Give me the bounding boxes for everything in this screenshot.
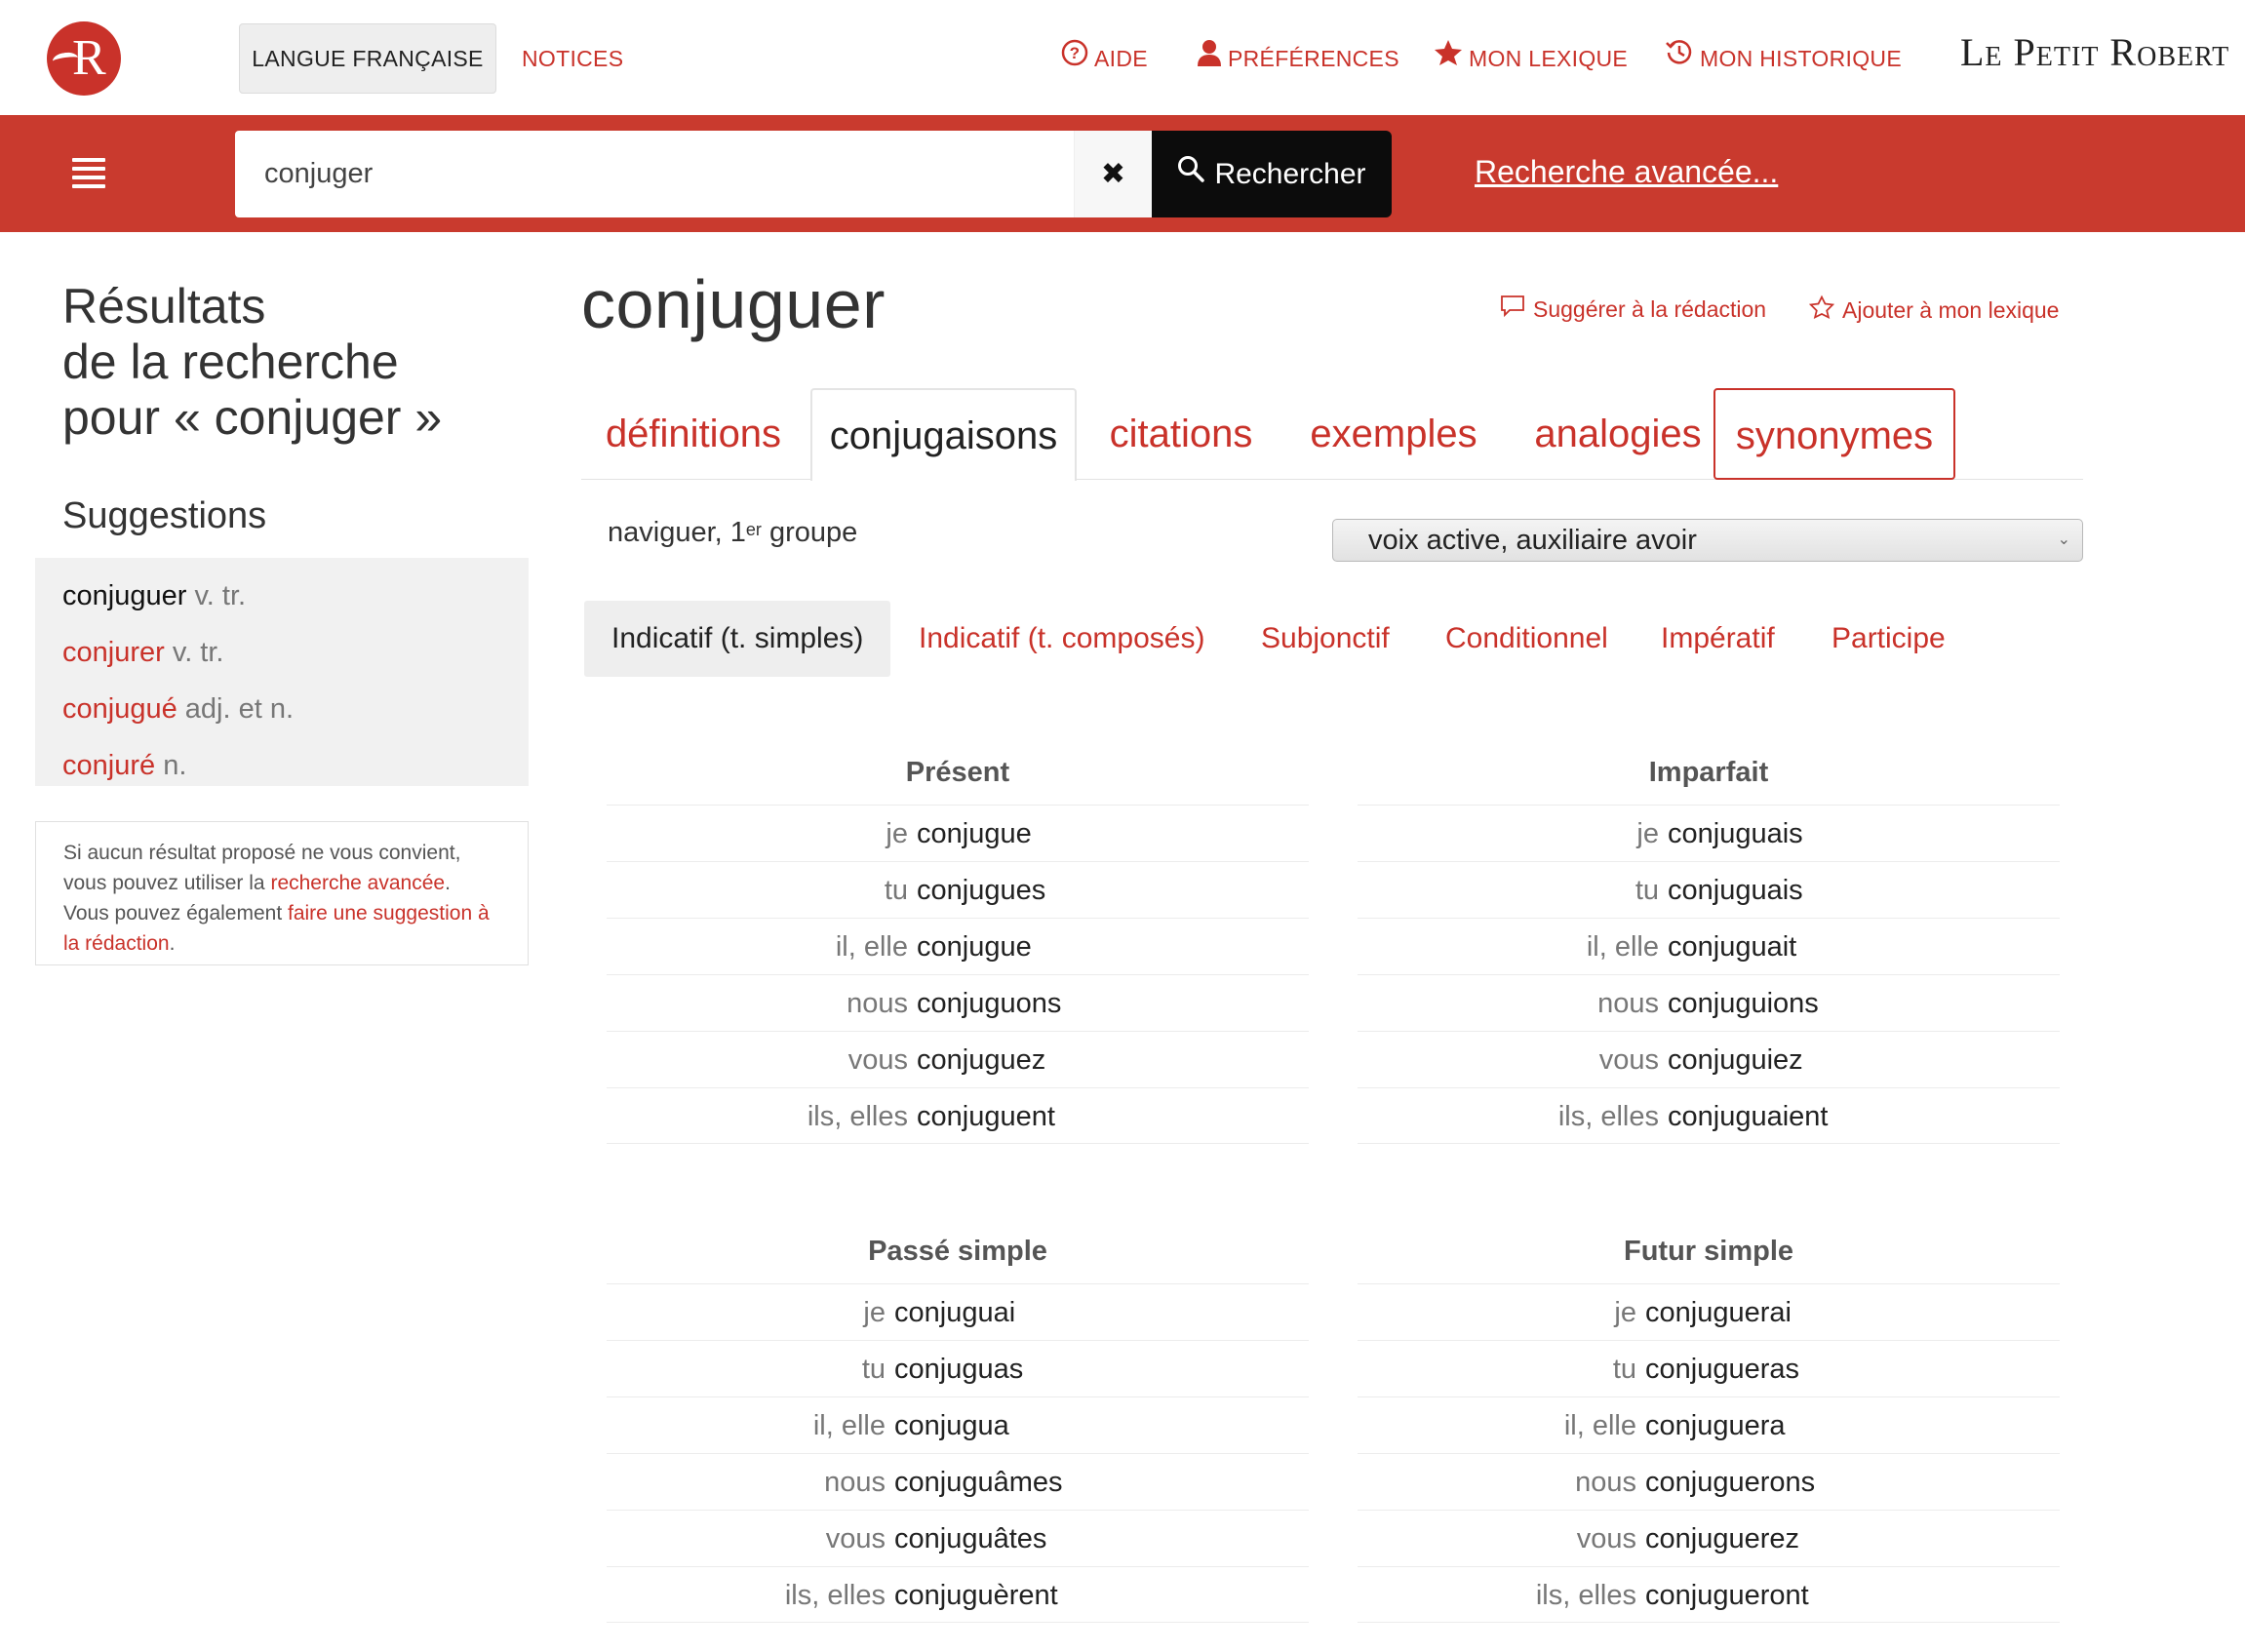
aide-label: AIDE <box>1094 46 1148 71</box>
tense-imparfait: Imparfait je conjuguais tu conjuguais il, … <box>1358 748 2060 1144</box>
search-button-label: Rechercher <box>1214 158 1366 190</box>
tense-title: Passé simple <box>868 1236 1047 1267</box>
advanced-search-link[interactable]: Recherche avancée... <box>1475 154 1778 190</box>
conjugation-row: ils, elles conjuguaient <box>1358 1087 2060 1144</box>
nav-langue-francaise-button[interactable]: LANGUE FRANÇAISE <box>239 23 496 94</box>
mood-indicatif-composes[interactable]: Indicatif (t. composés) <box>919 601 1204 677</box>
conjugation-row: nous conjuguâmes <box>607 1453 1309 1510</box>
tab-conjugaisons[interactable]: conjugaisons <box>810 388 1077 481</box>
tab-analogies[interactable]: analogies <box>1517 388 1718 480</box>
suggest-to-editor-link[interactable]: Suggérer à la rédaction <box>1500 295 1766 326</box>
conjugation-row: il, elle conjugua <box>607 1396 1309 1453</box>
suggestion-item[interactable]: conjuré n. <box>35 737 529 794</box>
suggestions-title: Suggestions <box>62 495 267 536</box>
entry-tabs: définitions conjugaisons citations exemp… <box>581 388 2083 481</box>
headword-title: conjuguer <box>581 266 886 342</box>
help-circle-icon: ? <box>1061 23 1088 94</box>
tense-title: Présent <box>905 757 1010 788</box>
add-to-lexique-link[interactable]: Ajouter à mon lexique <box>1808 295 2059 328</box>
conjugation-row: il, elle conjuguait <box>1358 918 2060 974</box>
aide-link[interactable]: ? AIDE <box>1061 23 1148 94</box>
tense-title: Imparfait <box>1648 757 1769 788</box>
tab-definitions[interactable]: définitions <box>581 388 806 480</box>
suggestions-list: conjuguer v. tr. conjurer v. tr. conjugu… <box>35 558 529 786</box>
star-icon <box>1434 23 1463 94</box>
history-icon <box>1665 23 1694 94</box>
mood-subjonctif[interactable]: Subjonctif <box>1261 601 1390 677</box>
conjugation-row: vous conjuguâtes <box>607 1510 1309 1566</box>
conjugation-row: tu conjugues <box>607 861 1309 918</box>
suggestion-item[interactable]: conjurer v. tr. <box>35 624 529 681</box>
advanced-search-note-link[interactable]: recherche avancée <box>270 872 445 894</box>
comment-icon <box>1500 295 1525 324</box>
conjugation-row: ils, elles conjuguent <box>607 1087 1309 1144</box>
chevron-down-icon: ⌄ <box>2057 531 2070 548</box>
conjugation-row: vous conjuguerez <box>1358 1510 2060 1566</box>
conjugation-row: je conjuguerai <box>1358 1283 2060 1340</box>
tab-exemples[interactable]: exemples <box>1298 388 1489 480</box>
preferences-label: PRÉFÉRENCES <box>1228 46 1399 71</box>
mon-lexique-link[interactable]: MON LEXIQUE <box>1434 23 1628 94</box>
brand-wordmark[interactable]: Le Petit Robert <box>1960 29 2229 75</box>
clear-search-button[interactable]: ✖ <box>1074 131 1152 217</box>
mood-imperatif[interactable]: Impératif <box>1661 601 1775 677</box>
conjugation-row: je conjuguai <box>607 1283 1309 1340</box>
search-input[interactable] <box>235 131 1074 217</box>
conjugation-row: ils, elles conjugueront <box>1358 1566 2060 1623</box>
conjugation-row: nous conjuguions <box>1358 974 2060 1031</box>
results-title: Résultats de la recherche pour « conjuge… <box>62 279 443 445</box>
suggestion-item[interactable]: conjuguer v. tr. <box>35 568 529 624</box>
conjugation-row: il, elle conjuguera <box>1358 1396 2060 1453</box>
mood-conditionnel[interactable]: Conditionnel <box>1445 601 1608 677</box>
nav-notices-link[interactable]: NOTICES <box>522 23 623 94</box>
verb-group-label: naviguer, 1er groupe <box>608 517 858 548</box>
voice-select[interactable]: voix active, auxiliaire avoir ⌄ <box>1332 519 2083 562</box>
preferences-link[interactable]: PRÉFÉRENCES <box>1197 23 1399 94</box>
conjugation-row: vous conjuguiez <box>1358 1031 2060 1087</box>
tense-title: Futur simple <box>1623 1236 1793 1267</box>
search-box <box>235 131 1152 217</box>
tense-passe-simple: Passé simple je conjuguai tu conjuguas il,… <box>607 1227 1309 1623</box>
conjugation-row: je conjuguais <box>1358 805 2060 861</box>
hamburger-menu-icon[interactable] <box>72 158 105 189</box>
robert-logo-icon[interactable]: R <box>47 21 121 96</box>
svg-text:?: ? <box>1070 44 1081 62</box>
mood-participe[interactable]: Participe <box>1831 601 1946 677</box>
tab-synonymes[interactable]: synonymes <box>1713 388 1955 480</box>
top-header: R LANGUE FRANÇAISE NOTICES ? AIDE PRÉFÉR… <box>0 0 2245 115</box>
tab-citations[interactable]: citations <box>1098 388 1264 480</box>
search-icon <box>1177 130 1205 216</box>
search-button[interactable]: Rechercher <box>1152 131 1392 217</box>
conjugation-row: il, elle conjugue <box>607 918 1309 974</box>
no-result-note: Si aucun résultat proposé ne vous convie… <box>35 821 529 965</box>
mon-lexique-label: MON LEXIQUE <box>1469 46 1629 71</box>
mon-historique-label: MON HISTORIQUE <box>1700 46 1902 71</box>
conjugation-row: nous conjuguerons <box>1358 1453 2060 1510</box>
suggestion-item[interactable]: conjugué adj. et n. <box>35 681 529 737</box>
tense-present: Présent je conjugue tu conjugues il, elle c… <box>607 748 1309 1144</box>
conjugation-row: vous conjuguez <box>607 1031 1309 1087</box>
conjugation-row: nous conjuguons <box>607 974 1309 1031</box>
conjugation-row: tu conjugueras <box>1358 1340 2060 1396</box>
conjugation-row: je conjugue <box>607 805 1309 861</box>
user-icon <box>1197 23 1222 94</box>
star-outline-icon <box>1808 295 1835 326</box>
mood-indicatif-simples[interactable]: Indicatif (t. simples) <box>584 601 891 677</box>
conjugation-row: tu conjuguas <box>607 1340 1309 1396</box>
mon-historique-link[interactable]: MON HISTORIQUE <box>1665 23 1902 94</box>
conjugation-row: ils, elles conjuguèrent <box>607 1566 1309 1623</box>
tense-futur-simple: Futur simple je conjuguerai tu conjugueras… <box>1358 1227 2060 1623</box>
conjugation-row: tu conjuguais <box>1358 861 2060 918</box>
